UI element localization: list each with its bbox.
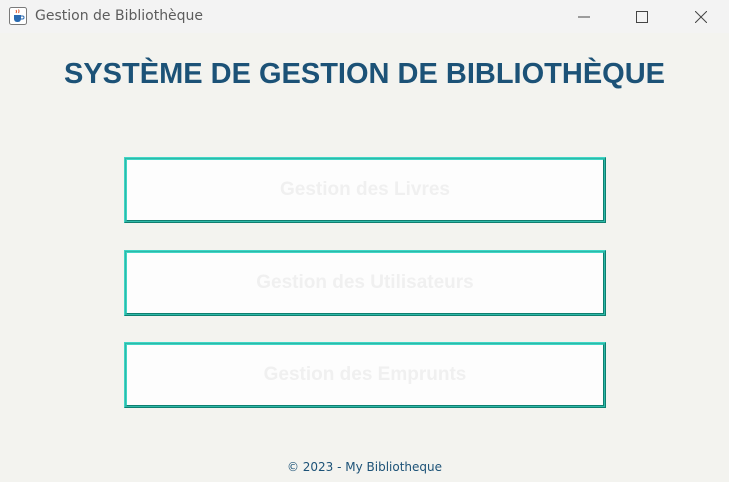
close-button[interactable] [678, 0, 724, 33]
users-management-label: Gestion des Utilisateurs [256, 272, 474, 293]
loans-management-label: Gestion des Emprunts [263, 364, 467, 385]
maximize-button[interactable] [619, 0, 665, 33]
window-title: Gestion de Bibliothèque [35, 8, 204, 24]
title-bar[interactable]: Gestion de Bibliothèque [0, 0, 729, 33]
users-management-button[interactable]: Gestion des Utilisateurs [124, 250, 606, 316]
java-cup-icon [9, 7, 27, 25]
books-management-label: Gestion des Livres [279, 179, 450, 200]
close-icon [695, 10, 707, 23]
books-management-button[interactable]: Gestion des Livres [124, 157, 606, 223]
footer-copyright: © 2023 - My Bibliotheque [286, 460, 443, 474]
page-title: SYSTÈME DE GESTION DE BIBLIOTHÈQUE [63, 58, 665, 90]
minimize-button[interactable] [561, 0, 607, 33]
loans-management-button[interactable]: Gestion des Emprunts [124, 342, 606, 408]
app-window: Gestion de Bibliothèque SYSTÈME DE GESTI… [0, 0, 729, 482]
maximize-icon [636, 10, 648, 23]
minimize-icon [578, 16, 590, 17]
